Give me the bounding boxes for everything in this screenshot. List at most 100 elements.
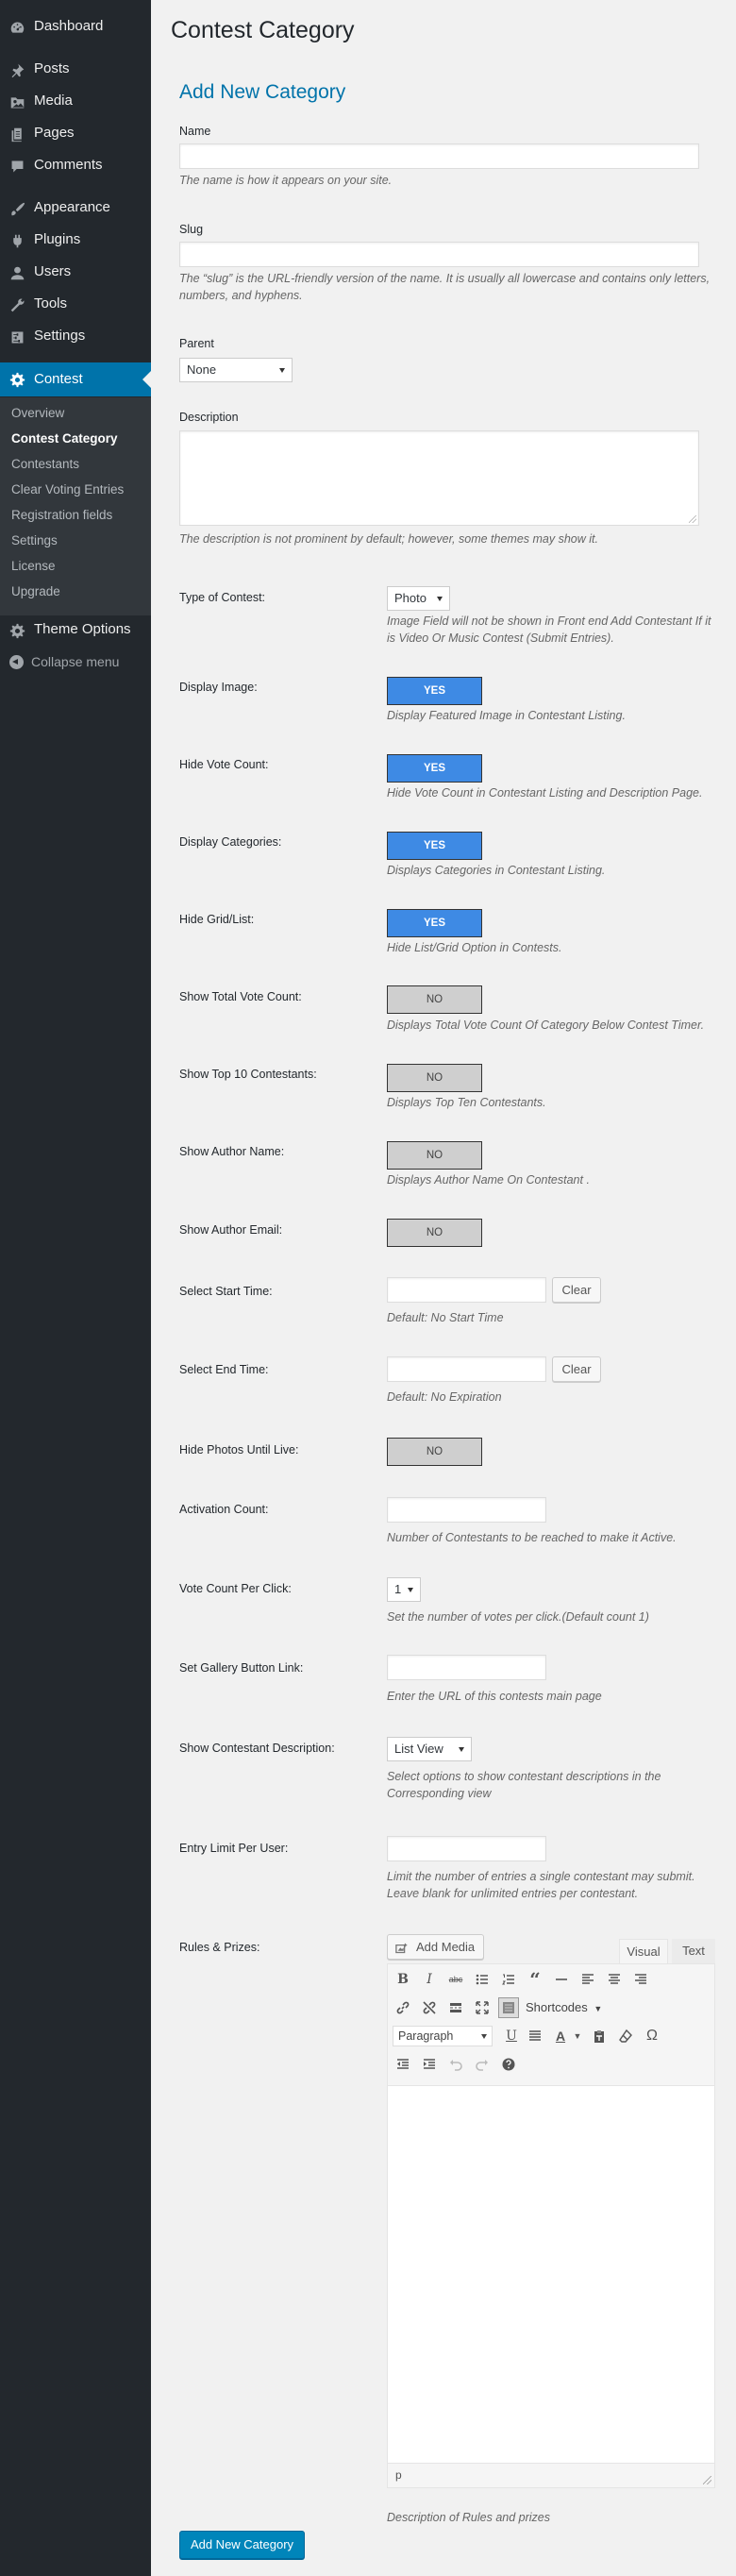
menu-posts[interactable]: Posts [0,53,151,85]
entry-limit-input[interactable] [387,1836,546,1861]
justify-icon[interactable] [525,2026,545,2046]
parent-select[interactable]: None [179,358,293,382]
menu-comments[interactable]: Comments [0,149,151,181]
display-categories-toggle[interactable]: YES [387,832,482,860]
horizontal-line-icon[interactable] [551,1969,572,1990]
italic-icon[interactable]: I [419,1969,440,1990]
slug-input[interactable] [179,242,699,267]
start-time-input[interactable] [387,1277,546,1303]
show-contestant-description-select[interactable]: List View [387,1737,472,1761]
rules-prizes-label: Rules & Prizes: [179,1941,260,1954]
fullscreen-icon[interactable] [472,1997,493,2018]
indent-icon[interactable] [419,2054,440,2075]
resize-grip-icon[interactable] [703,2476,711,2484]
chevron-down-icon [481,2034,487,2039]
show-top-10-toggle[interactable]: NO [387,1064,482,1092]
show-contestant-description-help: Select options to show contestant descri… [387,1770,661,1800]
align-left-icon[interactable] [577,1969,598,1990]
menu-tools[interactable]: Tools [0,288,151,320]
wrench-icon [8,296,25,313]
end-time-clear-button[interactable]: Clear [552,1356,601,1382]
submenu-contest-category[interactable]: Contest Category [11,429,118,448]
rules-prizes-description: Description of Rules and prizes [387,2511,550,2524]
tab-visual[interactable]: Visual [619,1939,668,1963]
tab-text[interactable]: Text [672,1939,715,1963]
type-of-contest-value: Photo [394,591,427,605]
hide-grid-list-toggle[interactable]: YES [387,909,482,937]
add-new-category-button[interactable]: Add New Category [179,2531,305,2559]
editor-toolbar: B I abc “ Shortcodes ▼ Paragraph U A ▼ Ω [387,1963,715,2086]
menu-contest[interactable]: Contest [0,362,151,396]
submenu-contestants[interactable]: Contestants [11,455,79,474]
menu-users[interactable]: Users [0,256,151,288]
outdent-icon[interactable] [393,2054,413,2075]
chevron-down-icon[interactable]: ▼ [567,2026,588,2046]
show-contestant-description-value: List View [394,1742,443,1756]
align-right-icon[interactable] [630,1969,651,1990]
gallery-button-link-input[interactable] [387,1655,546,1680]
menu-theme-options-label: Theme Options [34,621,131,637]
description-textarea[interactable] [179,430,699,526]
blockquote-icon[interactable]: “ [525,1968,545,1991]
vote-count-per-click-select[interactable]: 1 [387,1577,421,1602]
bullet-list-icon[interactable] [472,1969,493,1990]
shortcodes-label: Shortcodes [526,2000,588,2014]
add-media-button[interactable]: Add Media [387,1934,484,1960]
toolbar-toggle-icon[interactable] [498,1997,519,2018]
activation-count-input[interactable] [387,1497,546,1523]
special-character-icon[interactable]: Ω [642,2026,662,2046]
dashboard-icon [8,19,25,36]
shortcodes-dropdown[interactable]: Shortcodes ▼ [526,1997,602,2019]
bold-icon[interactable]: B [393,1969,413,1990]
vote-count-per-click-value: 1 [394,1582,402,1596]
submenu-registration-fields[interactable]: Registration fields [11,506,112,525]
undo-icon[interactable] [445,2054,466,2075]
strikethrough-icon[interactable]: abc [445,1969,466,1990]
users-icon [8,264,25,281]
submenu-settings[interactable]: Settings [11,531,58,550]
type-of-contest-description: Image Field will not be shown in Front e… [387,615,711,645]
read-more-icon[interactable] [445,1997,466,2018]
menu-settings[interactable]: Settings [0,320,151,352]
rules-prizes-editor[interactable] [387,2086,715,2464]
hide-vote-count-toggle[interactable]: YES [387,754,482,783]
display-image-toggle[interactable]: YES [387,677,482,705]
menu-pages[interactable]: Pages [0,117,151,149]
link-icon[interactable] [393,1997,413,2018]
comment-icon [8,158,25,175]
menu-theme-options[interactable]: Theme Options [0,614,151,646]
collapse-menu-button[interactable]: Collapse menu [0,651,151,674]
paste-as-text-icon[interactable] [589,2026,610,2046]
hide-grid-list-label: Hide Grid/List: [179,913,255,926]
menu-appearance-label: Appearance [34,199,110,215]
end-time-input[interactable] [387,1356,546,1382]
submenu-license[interactable]: License [11,557,56,576]
show-top-10-label: Show Top 10 Contestants: [179,1068,317,1081]
submenu-clear-voting-entries[interactable]: Clear Voting Entries [11,480,124,499]
resize-grip-icon[interactable] [689,515,696,523]
numbered-list-icon[interactable] [498,1969,519,1990]
type-of-contest-select[interactable]: Photo [387,586,450,611]
sliders-icon [8,328,25,345]
clear-formatting-icon[interactable] [615,2026,636,2046]
show-author-email-toggle[interactable]: NO [387,1219,482,1247]
menu-plugins[interactable]: Plugins [0,224,151,256]
show-total-vote-count-toggle[interactable]: NO [387,985,482,1014]
submenu-overview[interactable]: Overview [11,404,64,423]
align-center-icon[interactable] [604,1969,625,1990]
unlink-icon[interactable] [419,1997,440,2018]
underline-icon[interactable]: U [501,2026,522,2046]
name-input[interactable] [179,143,699,169]
help-icon[interactable] [498,2054,519,2075]
format-select[interactable]: Paragraph [393,2026,493,2046]
redo-icon[interactable] [472,2054,493,2075]
menu-dashboard[interactable]: Dashboard [0,10,151,42]
menu-media[interactable]: Media [0,85,151,117]
display-image-description: Display Featured Image in Contestant Lis… [387,709,626,722]
hide-photos-until-live-toggle[interactable]: NO [387,1438,482,1466]
menu-appearance[interactable]: Appearance [0,192,151,224]
menu-pages-label: Pages [34,125,75,141]
show-author-name-toggle[interactable]: NO [387,1141,482,1170]
start-time-clear-button[interactable]: Clear [552,1277,601,1303]
submenu-upgrade[interactable]: Upgrade [11,582,60,601]
